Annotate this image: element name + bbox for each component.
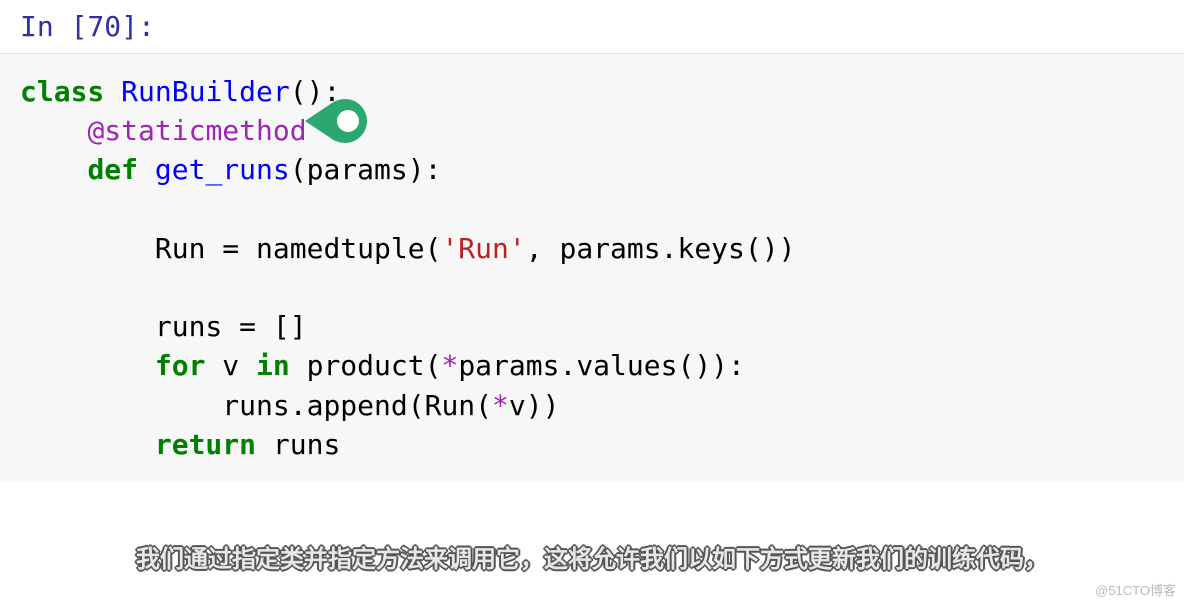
- video-subtitle: 我们通过指定类并指定方法来调用它，这将允许我们以如下方式更新我们的训练代码，: [136, 539, 1048, 574]
- code-line: runs = []: [20, 307, 1164, 346]
- watermark: @51CTO博客: [1095, 580, 1176, 599]
- code-line: class RunBuilder():: [20, 72, 1164, 111]
- code-cell[interactable]: class RunBuilder(): @staticmethod def ge…: [0, 54, 1184, 482]
- code-line: [20, 190, 1164, 229]
- code-line: return runs: [20, 425, 1164, 464]
- code-line: for v in product(*params.values()):: [20, 346, 1164, 385]
- code-line: @staticmethod: [20, 111, 1164, 150]
- code-line: Run = namedtuple('Run', params.keys()): [20, 229, 1164, 268]
- input-prompt: In [70]:: [20, 10, 155, 43]
- code-line: runs.append(Run(*v)): [20, 386, 1164, 425]
- prompt-area: In [70]:: [0, 0, 1184, 54]
- code-line: [20, 268, 1164, 307]
- code-line: def get_runs(params):: [20, 150, 1164, 189]
